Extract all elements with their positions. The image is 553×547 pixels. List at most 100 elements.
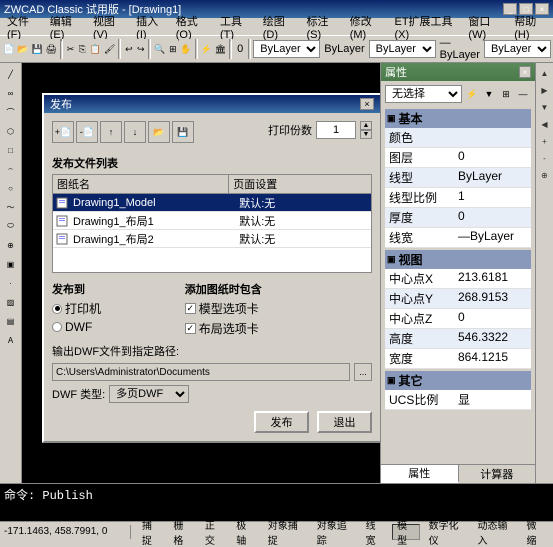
open-file-button[interactable]: 📂 [16, 39, 29, 59]
draw-text-button[interactable]: A [2, 331, 20, 349]
canvas-area[interactable]: 发布 × +📄 -📄 ↑ ↓ 📂 💾 [22, 63, 380, 483]
menu-format[interactable]: 格式(O) [171, 12, 213, 42]
new-file-button[interactable]: 📄 [2, 39, 15, 59]
add-sheet-button[interactable]: +📄 [52, 121, 74, 143]
dialog-close-button[interactable]: × [360, 98, 374, 110]
props-icon-4[interactable]: — [515, 86, 531, 102]
menu-help[interactable]: 帮助(H) [509, 12, 551, 42]
matchprop-button[interactable]: 🖌 [103, 39, 116, 59]
move-up-button[interactable]: ↑ [100, 121, 122, 143]
menu-tools[interactable]: 工具(T) [215, 12, 256, 42]
lineweight-combo[interactable]: ByLayer [484, 40, 551, 58]
draw-arc-button[interactable]: ⌢ [2, 160, 20, 178]
props-icon-2[interactable]: ▼ [481, 86, 497, 102]
move-down-button[interactable]: ↓ [124, 121, 146, 143]
draw-polygon-button[interactable]: ⬡ [2, 122, 20, 140]
menu-edit[interactable]: 编辑(E) [45, 12, 86, 42]
exit-button[interactable]: 退出 [317, 411, 372, 433]
rt-btn-2[interactable]: ▶ [537, 82, 553, 98]
draw-hatch-button[interactable]: ▨ [2, 293, 20, 311]
props-category-view[interactable]: ▣ 视图 [385, 250, 531, 269]
file-row-1[interactable]: Drawing1_布局1 默认:无 [53, 212, 371, 230]
props-icon-3[interactable]: ⊞ [498, 86, 514, 102]
file-setting-2: 默认:无 [235, 231, 369, 247]
draw-rect-button[interactable]: □ [2, 141, 20, 159]
radio-printer[interactable]: 打印机 [52, 300, 177, 317]
output-path-input[interactable] [52, 363, 350, 381]
zoom-window-button[interactable]: ⊞ [167, 39, 178, 59]
dialog-title-bar: 发布 × [44, 95, 380, 113]
spin-down-button[interactable]: ▼ [360, 130, 372, 139]
save-file-button[interactable]: 💾 [30, 39, 43, 59]
status-minimap[interactable]: 微缩 [522, 524, 549, 540]
status-otrack[interactable]: 对象追踪 [312, 524, 357, 540]
draw-region-button[interactable]: ▤ [2, 312, 20, 330]
file-list-table[interactable]: Drawing1_Model 默认:无 Drawing1_布局1 默认:无 [52, 193, 372, 273]
check-model[interactable]: ✓ 模型选项卡 [185, 300, 372, 317]
tab-calculator[interactable]: 计算器 [459, 465, 536, 483]
status-lw[interactable]: 线宽 [361, 524, 388, 540]
draw-point-button[interactable]: · [2, 274, 20, 292]
properties-button[interactable]: ⚡ [200, 39, 213, 59]
cut-button[interactable]: ✂ [65, 39, 76, 59]
spin-up-button[interactable]: ▲ [360, 121, 372, 130]
status-dynin[interactable]: 动态输入 [473, 524, 518, 540]
menu-insert[interactable]: 插入(I) [131, 12, 169, 42]
draw-circle-button[interactable]: ○ [2, 179, 20, 197]
status-ortho[interactable]: 正交 [200, 524, 227, 540]
draw-pline-button[interactable]: ⌒ [2, 103, 20, 121]
rt-btn-1[interactable]: ▲ [537, 65, 553, 81]
status-digitizer[interactable]: 数字化仪 [424, 524, 469, 540]
zoom-realtime-button[interactable]: 🔍 [153, 39, 166, 59]
check-layout[interactable]: ✓ 布局选项卡 [185, 320, 372, 337]
pan-button[interactable]: ✋ [179, 39, 192, 59]
status-snap[interactable]: 捕捉 [137, 524, 164, 540]
menu-modify[interactable]: 修改(M) [345, 12, 388, 42]
dwf-type-select[interactable]: 多页DWF [109, 385, 189, 403]
designcenter-button[interactable]: 🏛 [214, 39, 227, 59]
draw-block-button[interactable]: ▣ [2, 255, 20, 273]
save-list-button[interactable]: 💾 [172, 121, 194, 143]
menu-dimension[interactable]: 标注(S) [301, 12, 342, 42]
remove-sheet-button[interactable]: -📄 [76, 121, 98, 143]
props-category-other[interactable]: ▣ 其它 [385, 371, 531, 390]
tab-properties[interactable]: 属性 [381, 465, 459, 483]
linetype-combo[interactable]: ByLayer [369, 40, 436, 58]
print-copies-input[interactable] [316, 121, 356, 139]
print-copies-label: 打印份数 [268, 122, 312, 138]
draw-line-button[interactable]: ╱ [2, 65, 20, 83]
menu-view[interactable]: 视图(V) [88, 12, 129, 42]
print-button[interactable]: 🖨 [45, 39, 58, 59]
status-model[interactable]: 模型 [392, 524, 419, 540]
props-category-basic[interactable]: ▣ 基本 [385, 109, 531, 128]
status-osnap[interactable]: 对象捕捉 [263, 524, 308, 540]
rt-btn-4[interactable]: ◀ [537, 116, 553, 132]
undo-button[interactable]: ↩ [123, 39, 134, 59]
radio-dwf[interactable]: DWF [52, 320, 177, 334]
redo-button[interactable]: ↪ [135, 39, 146, 59]
props-row-color: 颜色 [385, 128, 531, 148]
status-polar[interactable]: 极轴 [231, 524, 258, 540]
load-list-button[interactable]: 📂 [148, 121, 170, 143]
no-select-combo[interactable]: 无选择 [385, 85, 462, 103]
rp-close-button[interactable]: × [519, 66, 531, 78]
menu-draw[interactable]: 绘图(D) [258, 12, 300, 42]
draw-spline-button[interactable]: 〜 [2, 198, 20, 216]
paste-button[interactable]: 📋 [89, 39, 102, 59]
menu-file[interactable]: 文件(F) [2, 12, 43, 42]
file-row-0[interactable]: Drawing1_Model 默认:无 [53, 194, 371, 212]
layer-combo[interactable]: ByLayer [253, 40, 320, 58]
rt-btn-6[interactable]: - [537, 150, 553, 166]
file-row-2[interactable]: Drawing1_布局2 默认:无 [53, 230, 371, 248]
draw-insert-button[interactable]: ⊕ [2, 236, 20, 254]
props-icon-1[interactable]: ⚡ [464, 86, 480, 102]
rt-btn-5[interactable]: + [537, 133, 553, 149]
copy-button[interactable]: ⎘ [77, 39, 88, 59]
path-browse-button[interactable]: ... [354, 363, 372, 381]
draw-xline-button[interactable]: ∞ [2, 84, 20, 102]
rt-btn-7[interactable]: ⊕ [537, 167, 553, 183]
rt-btn-3[interactable]: ▼ [537, 99, 553, 115]
status-grid[interactable]: 栅格 [168, 524, 195, 540]
draw-ellipse-button[interactable]: ⬭ [2, 217, 20, 235]
publish-button[interactable]: 发布 [254, 411, 309, 433]
